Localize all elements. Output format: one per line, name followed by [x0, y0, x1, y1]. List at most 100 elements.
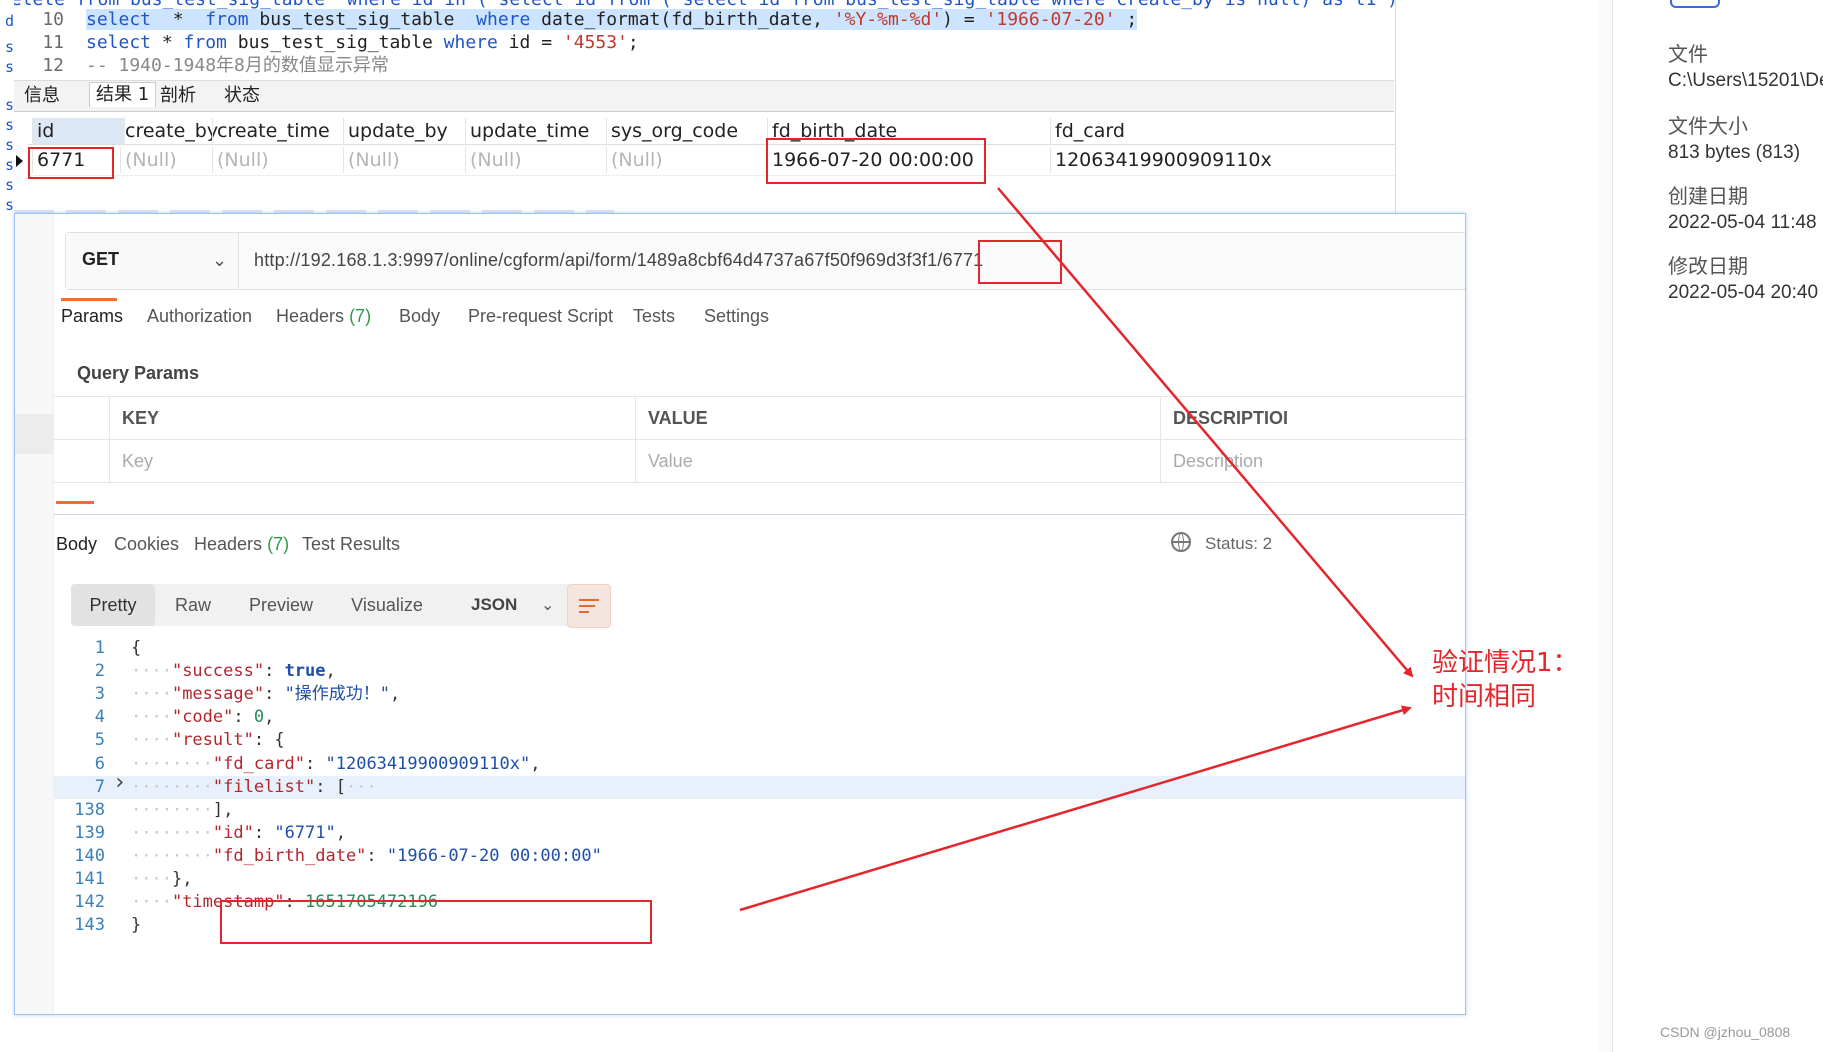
view-mode-preview[interactable]: Preview [231, 584, 331, 626]
params-description-header: DESCRIPTIOI [1160, 397, 1465, 439]
tab-body[interactable]: Body [56, 534, 97, 555]
json-line: 5 ····"result": { [53, 729, 1465, 752]
highlight-box-id-cell [28, 147, 114, 179]
json-token: "id" [212, 822, 254, 843]
grid-column-header[interactable]: fd_card [1050, 118, 1395, 144]
file-info-value: 813 bytes (813) [1668, 142, 1801, 163]
sidebar-highlight [15, 414, 53, 454]
annotation-label: 验证情况1： 时间相同 [1432, 648, 1579, 712]
grid-cell[interactable]: (Null) [343, 147, 470, 173]
file-info-value: C:\Users\15201\De [1668, 70, 1823, 91]
active-tab-underline [61, 298, 117, 301]
json-token: [ [335, 776, 346, 797]
grid-column-header[interactable]: create_time [212, 118, 348, 144]
file-panel-scrollbar-track[interactable] [1598, 0, 1612, 1052]
current-row-marker-icon [16, 155, 23, 167]
view-mode-raw[interactable]: Raw [155, 584, 231, 626]
tab-pre-request-script[interactable]: Pre-request Script [468, 306, 613, 327]
sql-code-line[interactable]: 12 -- 1940-1948年8月的数值显示异常 [14, 54, 389, 77]
grid-cell[interactable]: (Null) [120, 147, 217, 173]
grid-column-header[interactable]: update_by [343, 118, 470, 144]
result-grid-row[interactable]: 6771 (Null) (Null) (Null) (Null) (Null) 1966-0… [28, 147, 1395, 176]
sql-code-line[interactable]: 11 select * from bus_test_sig_table where… [14, 31, 639, 54]
view-mode-pretty[interactable]: Pretty [71, 584, 155, 626]
gutter-letter: s [5, 38, 15, 56]
params-value-input[interactable]: Value [635, 440, 1160, 482]
tab-cookies[interactable]: Cookies [114, 534, 179, 555]
response-json-body[interactable]: 1{2 ····"success": true, 3 ····"message": "… [53, 637, 1465, 1014]
grid-column-header[interactable]: sys_org_code [606, 118, 772, 144]
params-header-row: KEY VALUE DESCRIPTIOI [53, 397, 1465, 440]
sql-editor-window: delete from bus_test_sig_table where id … [0, 0, 1396, 213]
grid-column-header[interactable]: id [32, 118, 125, 144]
json-token: : [264, 661, 285, 682]
json-token: } [131, 915, 142, 936]
json-line: 3 ····"message": "操作成功！", [53, 683, 1465, 706]
params-description-input[interactable]: Description [1160, 440, 1465, 482]
sql-token: ; [627, 32, 639, 53]
indent-guide: ···· [131, 661, 172, 682]
sql-token: date_format(fd_birth_date, [530, 9, 834, 30]
file-info-label: 修改日期 [1668, 254, 1748, 278]
tab-label: Test Results [302, 534, 401, 554]
grid-cell[interactable]: (Null) [606, 147, 772, 173]
result-tab[interactable]: 剖析 [160, 84, 196, 108]
response-format-select[interactable]: JSON ⌄ [457, 584, 567, 626]
grid-column-header[interactable]: create_by [120, 118, 218, 144]
sql-token: * [151, 32, 184, 53]
result-tab[interactable]: 信息 [24, 84, 60, 108]
tab-label: Headers [194, 534, 263, 554]
json-token: true [284, 661, 326, 682]
tab-params[interactable]: Params [61, 306, 123, 327]
indent-guide: ········ [131, 753, 213, 774]
fold-arrow-icon[interactable]: › [113, 770, 126, 795]
globe-icon[interactable] [1171, 532, 1191, 552]
json-token: , [264, 707, 275, 728]
tab-authorization[interactable]: Authorization [147, 306, 252, 327]
wrap-lines-button[interactable] [567, 584, 611, 628]
json-token: "6771" [274, 822, 336, 843]
result-tab[interactable]: 结果 1 [89, 82, 157, 107]
grid-cell[interactable]: (Null) [465, 147, 611, 173]
json-line-number: 5 [94, 730, 105, 751]
tab-test-results[interactable]: Test Results [302, 534, 400, 555]
sql-token: '%Y-%m-%d' [833, 9, 943, 30]
view-mode-visualize[interactable]: Visualize [331, 584, 443, 626]
grid-cell[interactable]: 12063419900909110x [1050, 147, 1395, 173]
json-line-content: ····}, [131, 868, 192, 891]
postman-window: GET ⌄ http://192.168.1.3:9997/online/cgf… [14, 213, 1466, 1015]
json-token: { [131, 638, 142, 658]
grid-column-header[interactable]: update_time [465, 118, 611, 144]
http-method-label: GET [82, 249, 120, 269]
tab-body[interactable]: Body [399, 306, 440, 327]
response-pane-divider[interactable] [53, 514, 1465, 515]
http-method-select[interactable]: GET ⌄ [66, 233, 239, 289]
json-line: 6 ········"fd_card": "12063419900909110x"… [53, 753, 1465, 776]
grid-cell[interactable]: (Null) [212, 147, 348, 173]
result-tab[interactable]: 状态 [224, 84, 260, 108]
tab-tests[interactable]: Tests [633, 306, 675, 327]
query-params-title: Query Params [77, 363, 200, 383]
query-params-table: KEY VALUE DESCRIPTIOI Key Value Descript… [53, 396, 1465, 485]
tab-label: Cookies [114, 534, 180, 554]
tab-count-badge: (7) [267, 534, 290, 554]
json-line-number: 140 [74, 845, 105, 866]
sql-token: '1966-07-20' [985, 9, 1116, 30]
result-tab-bar: 信息 结果 1 剖析 状态 [14, 80, 1394, 112]
json-line: 140 ········"fd_birth_date": "1966-07-20 … [53, 845, 1465, 868]
params-check-cell[interactable] [53, 440, 109, 482]
params-key-header: KEY [109, 397, 634, 439]
gutter-letter: s [5, 196, 15, 214]
json-line-number: 2 [94, 661, 105, 682]
request-url-input[interactable]: http://192.168.1.3:9997/online/cgform/ap… [254, 250, 983, 271]
sql-token: bus_test_sig_table [248, 9, 477, 30]
tab-headers[interactable]: Headers (7) [276, 306, 371, 327]
tab-settings[interactable]: Settings [704, 306, 769, 327]
indent-guide: ···· [131, 869, 172, 889]
params-key-input[interactable]: Key [109, 440, 634, 482]
json-line: 7 ········"filelist": [··· [53, 775, 1465, 799]
json-token: : { [253, 730, 285, 751]
tab-headers[interactable]: Headers (7) [194, 534, 289, 555]
sql-code-line[interactable]: 10 select * from bus_test_sig_table where… [14, 8, 1138, 31]
json-line-content: } [131, 914, 141, 937]
